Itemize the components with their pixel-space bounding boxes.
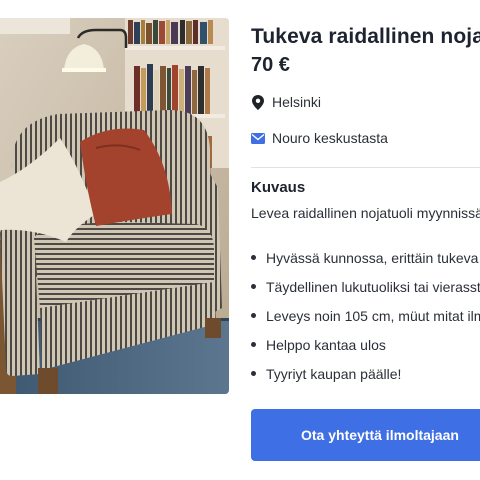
description-heading: Kuvaus xyxy=(251,179,306,196)
listing-title: Tukeva raidallinen nojatuoli xyxy=(251,25,480,48)
list-item-text: Tyyriyt kaupan päälle! xyxy=(266,366,402,382)
location-row: Helsinki xyxy=(251,94,321,110)
map-pin-icon xyxy=(251,94,265,110)
list-item: Leveys noin 105 cm, müut mitat ilmoiteta… xyxy=(251,306,480,335)
list-item-text: Helppo kantaa ulos xyxy=(266,337,386,353)
shipping-row: Nouro keskustasta xyxy=(251,130,388,146)
contact-seller-button[interactable]: Ota yhteyttä ilmoltajaan xyxy=(251,409,480,461)
list-item-text: Leveys noin 105 cm, müut mitat ilmoiteta… xyxy=(266,308,480,324)
listing-photo[interactable] xyxy=(0,18,229,394)
list-item: Helppo kantaa ulos xyxy=(251,335,480,364)
location-text: Helsinki xyxy=(272,94,322,110)
list-item-text: Hyvässä kunnossa, erittäin tukeva· xyxy=(266,250,480,266)
list-item: Hyvässä kunnossa, erittäin tukeva· xyxy=(251,248,480,277)
divider xyxy=(251,167,480,168)
envelope-icon xyxy=(251,130,265,146)
description-intro: Levea raidallinen nojatuoli myynnissä. xyxy=(251,205,480,221)
list-item-text: Täydellinen lukutuoliksi tai vierasstuol… xyxy=(266,279,480,295)
feature-list: Hyvässä kunnossa, erittäin tukeva· Täyde… xyxy=(251,248,480,393)
listing-price: 70 € xyxy=(251,54,290,76)
shipping-text: Nouro keskustasta xyxy=(272,130,388,146)
list-item: Tyyriyt kaupan päälle! xyxy=(251,364,480,393)
listing-details: Tukeva raidallinen nojatuoli 70 € Helsin… xyxy=(251,0,480,480)
list-item: Täydellinen lukutuoliksi tai vierasstuol… xyxy=(251,277,480,306)
